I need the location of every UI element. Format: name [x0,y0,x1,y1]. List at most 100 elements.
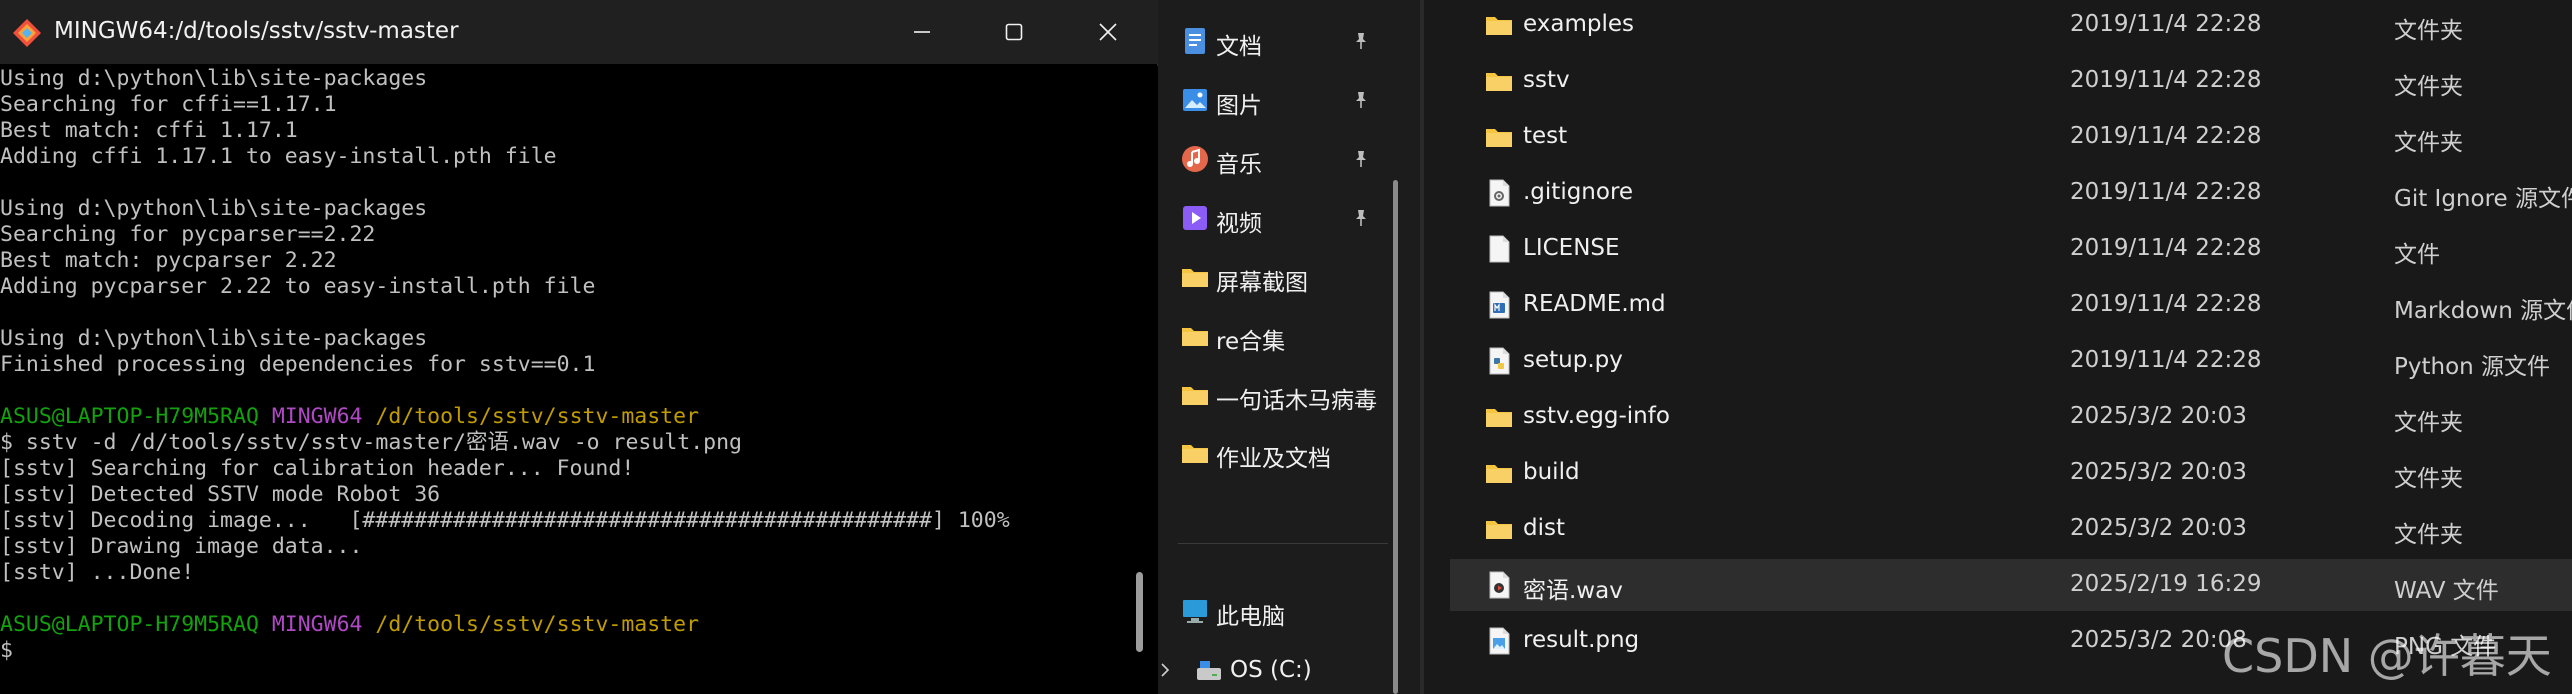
file-name: .gitignore [1523,179,1634,205]
file-row[interactable]: LICENSE 2019/11/4 22:28 文件 [1450,223,2572,275]
terminal-text-segment: [sstv] Decoding image... [##############… [0,508,1010,533]
git-bash-icon [13,19,41,47]
nav-item[interactable]: 此电脑 [1158,582,1408,638]
pictures-icon [1180,85,1210,113]
terminal-line: [sstv] Detected SSTV mode Robot 36 [0,482,1128,508]
pin-icon[interactable] [1350,148,1372,170]
nav-item-label: 作业及文档 [1216,446,1331,472]
file-row[interactable]: test 2019/11/4 22:28 文件夹 [1450,111,2572,163]
nav-item-label: 屏幕截图 [1216,270,1308,296]
nav-item[interactable]: 音乐 [1158,130,1408,186]
nav-scrollbar-thumb[interactable] [1393,180,1398,694]
folder-icon [1484,402,1514,432]
nav-item[interactable]: 视频 [1158,189,1408,245]
terminal-text-segment: [sstv] Searching for calibration header.… [0,456,635,481]
terminal-line: [sstv] Drawing image data... [0,534,1128,560]
file-name: README.md [1523,291,1666,317]
terminal-line: ASUS@LAPTOP-H79M5RAQ MINGW64 /d/tools/ss… [0,404,1128,430]
terminal-text-segment: MINGW64 [271,612,363,637]
folder-icon [1484,10,1514,40]
file-date-modified: 2025/3/2 20:03 [2070,459,2247,485]
nav-item[interactable]: 一句话木马病毒 [1158,366,1408,422]
terminal-output[interactable]: Using d:\python\lib\site-packages Searchi… [0,66,1128,694]
folder-icon [1180,321,1210,349]
nav-item[interactable]: OS (C:) [1172,642,1422,694]
terminal-line: Best match: pycparser 2.22 [0,248,1128,274]
file-name: result.png [1523,627,1640,653]
nav-item[interactable]: 屏幕截图 [1158,248,1408,304]
terminal-line: Finished processing dependencies for sst… [0,352,1128,378]
terminal-text-segment: [sstv] Drawing image data... [0,534,363,559]
minimize-icon [914,31,930,33]
maximize-icon [1005,23,1023,41]
nav-item[interactable]: 文档 [1158,12,1408,68]
terminal-text-segment: ASUS@LAPTOP-H79M5RAQ [0,404,259,429]
maximize-button[interactable] [968,0,1060,64]
folder-icon [1180,380,1210,408]
terminal-line: Best match: cffi 1.17.1 [0,118,1128,144]
close-button[interactable] [1062,0,1154,64]
file-date-modified: 2025/3/2 20:03 [2070,403,2247,429]
file-name: 密语.wav [1523,578,1623,604]
terminal-scrollbar-thumb[interactable] [1136,572,1143,652]
terminal-scrollbar[interactable] [1128,66,1158,694]
python-file-icon [1484,346,1514,376]
file-date-modified: 2019/11/4 22:28 [2070,123,2262,149]
music-icon [1180,144,1210,172]
folder-icon [1180,262,1210,290]
file-date-modified: 2019/11/4 22:28 [2070,235,2262,261]
nav-item[interactable]: 图片 [1158,71,1408,127]
terminal-window: MINGW64:/d/tools/sstv/sstv-master Using … [0,0,1158,694]
terminal-text-segment: Best match: pycparser 2.22 [0,248,337,273]
file-name: dist [1523,515,1565,541]
file-row[interactable]: README.md 2019/11/4 22:28 Markdown 源文件 [1450,279,2572,331]
minimize-button[interactable] [876,0,968,64]
terminal-line: ASUS@LAPTOP-H79M5RAQ MINGW64 /d/tools/ss… [0,612,1128,638]
file-row[interactable]: sstv.egg-info 2025/3/2 20:03 文件夹 [1450,391,2572,443]
terminal-text-segment: MINGW64 [271,404,363,429]
nav-item[interactable]: re合集 [1158,307,1408,363]
file-name: setup.py [1523,347,1623,373]
file-date-modified: 2025/3/2 20:08 [2070,627,2247,653]
folder-icon [1484,458,1514,488]
file-row[interactable]: dist 2025/3/2 20:03 文件夹 [1450,503,2572,555]
terminal-line: [sstv] ...Done! [0,560,1128,586]
file-row[interactable]: sstv 2019/11/4 22:28 文件夹 [1450,55,2572,107]
file-name: LICENSE [1523,235,1620,261]
terminal-title: MINGW64:/d/tools/sstv/sstv-master [54,18,459,44]
markdown-file-icon [1484,290,1514,320]
terminal-line: Using d:\python\lib\site-packages [0,196,1128,222]
pin-icon[interactable] [1350,207,1372,229]
terminal-line: Using d:\python\lib\site-packages [0,66,1128,92]
chevron-right-icon[interactable] [1158,660,1172,680]
file-date-modified: 2025/2/19 16:29 [2070,571,2262,597]
file-row[interactable]: examples 2019/11/4 22:28 文件夹 [1450,0,2572,51]
folder-icon [1484,66,1514,96]
file-type: WAV 文件 [2394,578,2499,604]
file-row[interactable]: setup.py 2019/11/4 22:28 Python 源文件 [1450,335,2572,387]
file-row[interactable]: .gitignore 2019/11/4 22:28 Git Ignore 源文件 [1450,167,2572,219]
terminal-line: Searching for pycparser==2.22 [0,222,1128,248]
file-type: 文件夹 [2394,130,2463,156]
terminal-titlebar[interactable]: MINGW64:/d/tools/sstv/sstv-master [0,0,1158,64]
file-name: sstv [1523,67,1570,93]
terminal-line: Adding pycparser 2.22 to easy-install.pt… [0,274,1128,300]
pin-icon[interactable] [1350,89,1372,111]
png-file-icon [1484,626,1514,656]
terminal-text-segment: [sstv] ...Done! [0,560,195,585]
terminal-line: [sstv] Decoding image... [##############… [0,508,1128,534]
pin-icon[interactable] [1350,30,1372,52]
file-row[interactable]: 密语.wav 2025/2/19 16:29 WAV 文件 [1450,559,2572,611]
nav-divider [1178,543,1388,544]
wav-file-icon [1484,570,1514,600]
terminal-line: $ sstv -d /d/tools/sstv/sstv-master/密语.w… [0,430,1128,456]
file-row[interactable]: build 2025/3/2 20:03 文件夹 [1450,447,2572,499]
blank-file-icon [1484,234,1514,264]
terminal-text-segment: $ sstv -d /d/tools/sstv/sstv-master/密语.w… [0,430,742,455]
nav-item[interactable]: 作业及文档 [1158,424,1408,480]
